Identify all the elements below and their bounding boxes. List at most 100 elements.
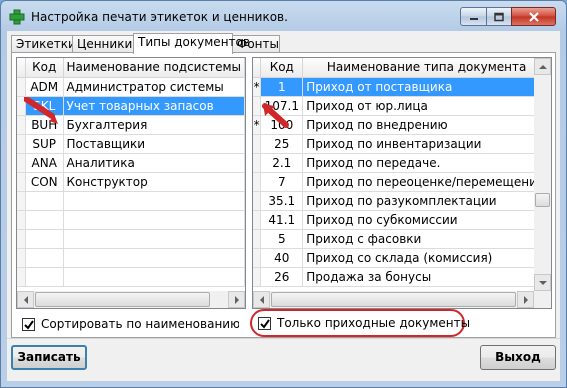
cell-document-type-name[interactable]: Приход от поставщика xyxy=(302,77,551,97)
cell-document-type-name[interactable]: Приход по инвентаризации xyxy=(302,134,551,154)
checkbox-label: Только приходные документы xyxy=(277,316,471,330)
cell-subsystem-name[interactable]: Конструктор xyxy=(63,172,245,192)
row-indicator xyxy=(17,248,26,268)
table-row[interactable]: 107.1 Приход от юр.лица xyxy=(253,96,551,116)
cell-code[interactable]: 35.1 xyxy=(260,191,304,211)
cell-subsystem-name[interactable]: Бухгалтерия xyxy=(63,115,245,135)
cell-code[interactable]: 40 xyxy=(260,248,304,268)
save-button[interactable]: Записать xyxy=(11,345,87,370)
cell-document-type-name[interactable]: Приход по разукомплектации xyxy=(302,191,551,211)
document-type-grid[interactable]: Код Наименование типа документа * 1 Приход… xyxy=(252,57,552,309)
column-header-document-type-name[interactable]: Наименование типа документа xyxy=(302,58,551,78)
table-row[interactable]: *100Приход по внедрению xyxy=(253,115,551,135)
cell-document-type-name[interactable]: Приход по субкомиссии xyxy=(302,210,551,230)
cell-code[interactable]: 41.1 xyxy=(260,210,304,230)
close-button[interactable] xyxy=(511,7,556,26)
table-row[interactable]: ADM Администратор системы xyxy=(17,77,245,97)
cell-document-type-name[interactable]: Приход со склада (комиссия) xyxy=(302,248,551,268)
right-horizontal-scrollbar[interactable] xyxy=(253,291,551,308)
exit-button[interactable]: Выход xyxy=(480,345,556,370)
row-marker[interactable] xyxy=(253,134,262,154)
right-vertical-scrollbar[interactable] xyxy=(534,58,551,291)
cell-subsystem-name[interactable]: Учет товарных запасов xyxy=(63,96,245,116)
cell-code[interactable]: 5 xyxy=(260,229,304,249)
row-marker[interactable] xyxy=(253,153,262,173)
row-indicator[interactable] xyxy=(17,134,26,154)
row-marker[interactable] xyxy=(253,172,262,192)
table-row[interactable]: 7 Приход по переоценке/перемещению xyxy=(253,172,551,192)
maximize-button[interactable] xyxy=(486,7,512,26)
row-indicator[interactable] xyxy=(17,153,26,173)
table-row[interactable]: 2.1 Приход по передаче. xyxy=(253,153,551,173)
cell-subsystem-name[interactable]: Поставщики xyxy=(63,134,245,154)
scroll-thumb[interactable] xyxy=(35,292,210,307)
cell-code[interactable]: 1 xyxy=(260,77,304,97)
row-marker[interactable] xyxy=(253,191,262,211)
cell-document-type-name[interactable]: Продажа за бонусы xyxy=(302,267,551,287)
cell-code[interactable]: 7 xyxy=(260,172,304,192)
title-bar[interactable]: Настройка печати этикеток и ценников. xyxy=(1,1,566,31)
table-row[interactable]: CON Конструктор xyxy=(17,172,245,192)
table-row[interactable]: 26 Продажа за бонусы xyxy=(253,267,551,287)
cell-code[interactable]: SUP xyxy=(25,134,64,154)
close-icon xyxy=(528,11,539,22)
row-marker[interactable] xyxy=(253,96,262,116)
table-row[interactable]: 5 Приход с фасовки xyxy=(253,229,551,249)
cell-document-type-name[interactable]: Приход от юр.лица xyxy=(302,96,551,116)
tab-price-tags[interactable]: Ценники xyxy=(72,35,134,53)
grid-corner xyxy=(17,58,26,78)
cell-document-type-name[interactable]: Приход по переоценке/перемещению xyxy=(302,172,551,192)
cell-document-type-name[interactable]: Приход по внедрению xyxy=(302,115,551,135)
checkbox-box[interactable] xyxy=(258,316,271,330)
row-indicator[interactable] xyxy=(17,172,26,192)
scroll-thumb[interactable] xyxy=(271,292,516,307)
minimize-button[interactable] xyxy=(460,7,487,26)
sort-by-name-checkbox[interactable]: Сортировать по наименованию товаров xyxy=(22,313,239,335)
empty-row xyxy=(17,210,245,230)
row-marker[interactable] xyxy=(253,210,262,230)
table-row[interactable]: 25 Приход по инвентаризации xyxy=(253,134,551,154)
cell-subsystem-name[interactable]: Администратор системы xyxy=(63,77,245,97)
row-indicator[interactable] xyxy=(17,77,26,97)
arrow-right-icon xyxy=(523,295,528,304)
tab-document-types[interactable]: Типы документов xyxy=(133,33,250,54)
checkbox-box[interactable] xyxy=(22,317,35,331)
cell-code[interactable]: 2.1 xyxy=(260,153,304,173)
subsystem-grid[interactable]: Код Наименование подсистемы ADM Администр… xyxy=(16,57,246,309)
column-header-subsystem-name[interactable]: Наименование подсистемы xyxy=(63,58,245,78)
scroll-thumb[interactable] xyxy=(535,193,550,207)
table-row[interactable]: 35.1 Приход по разукомплектации xyxy=(253,191,551,211)
row-marker[interactable] xyxy=(253,229,262,249)
cell-code[interactable]: ADM xyxy=(25,77,64,97)
scroll-up-button[interactable] xyxy=(534,58,551,75)
table-row[interactable]: SUP Поставщики xyxy=(17,134,245,154)
dialog-window: Настройка печати этикеток и ценников. Эт… xyxy=(0,0,567,388)
tab-labels[interactable]: Этикетки xyxy=(11,35,76,53)
cell-code[interactable]: 26 xyxy=(260,267,304,287)
table-row[interactable]: ANA Аналитика xyxy=(17,153,245,173)
column-header-code[interactable]: Код xyxy=(260,58,304,78)
row-marker[interactable]: * xyxy=(253,115,262,135)
arrow-left-icon xyxy=(23,295,28,304)
cell-subsystem-name[interactable]: Аналитика xyxy=(63,153,245,173)
scroll-right-button[interactable] xyxy=(228,291,245,308)
only-incoming-documents-checkbox[interactable]: Только приходные документы xyxy=(258,312,470,334)
table-row[interactable]: * 1 Приход от поставщика xyxy=(253,77,551,97)
table-row[interactable]: 41.1 Приход по субкомиссии xyxy=(253,210,551,230)
cell-document-type-name[interactable]: Приход по передаче. xyxy=(302,153,551,173)
window-title: Настройка печати этикеток и ценников. xyxy=(31,10,288,24)
scroll-down-button[interactable] xyxy=(534,274,551,291)
column-header-code[interactable]: Код xyxy=(25,58,64,78)
cell-code[interactable]: ANA xyxy=(25,153,64,173)
scroll-left-button[interactable] xyxy=(253,291,270,308)
row-marker[interactable]: * xyxy=(253,77,262,97)
left-horizontal-scrollbar[interactable] xyxy=(17,291,245,308)
scroll-right-button[interactable] xyxy=(517,291,534,308)
row-marker[interactable] xyxy=(253,267,262,287)
row-marker[interactable] xyxy=(253,248,262,268)
table-row[interactable]: 40 Приход со склада (комиссия) xyxy=(253,248,551,268)
cell-code[interactable]: CON xyxy=(25,172,64,192)
scroll-left-button[interactable] xyxy=(17,291,34,308)
cell-code[interactable]: 25 xyxy=(260,134,304,154)
cell-document-type-name[interactable]: Приход с фасовки xyxy=(302,229,551,249)
